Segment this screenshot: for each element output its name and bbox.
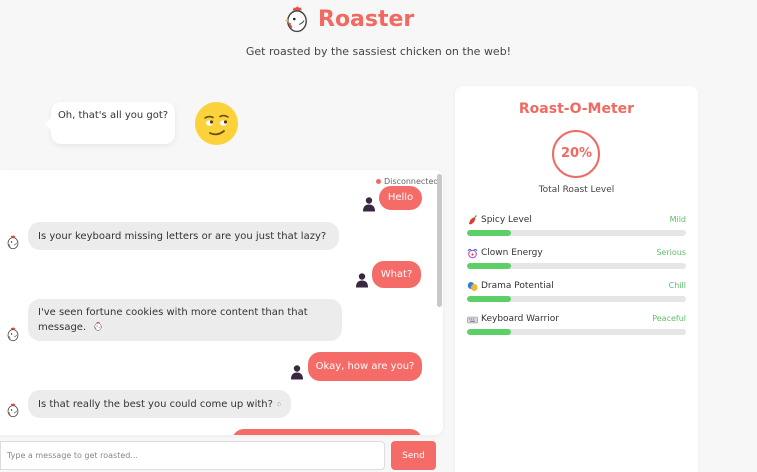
stat-value: Mild xyxy=(669,215,686,224)
stat-progress-track xyxy=(467,296,686,302)
chicken-logo-icon xyxy=(284,4,310,34)
status-label: Disconnected xyxy=(384,177,439,186)
bot-message: Is your keyboard missing letters or are … xyxy=(28,222,339,250)
stat-progress-fill xyxy=(467,329,511,335)
bot-message: I've seen fortune cookies with more cont… xyxy=(28,299,342,341)
stat-progress-fill xyxy=(467,296,511,302)
chicken-avatar-icon xyxy=(6,326,20,342)
bot-message-text: Is that really the best you could come u… xyxy=(38,398,273,410)
send-button[interactable]: Send xyxy=(391,441,436,470)
stat-clown-energy: Clown Energy Serious xyxy=(467,248,686,278)
app-header: Roaster Get roasted by the sassiest chic… xyxy=(0,0,757,70)
app-title: Roaster xyxy=(318,6,415,32)
bot-message-text: Is your keyboard missing letters or are … xyxy=(38,230,327,242)
user-avatar-icon xyxy=(290,364,304,380)
chili-icon xyxy=(469,215,477,225)
message-composer: Send xyxy=(0,441,443,472)
clown-icon xyxy=(467,248,478,259)
drama-icon xyxy=(467,282,478,291)
roast-o-meter-panel: Roast-O-Meter 20% Total Roast Level Spic… xyxy=(455,86,698,472)
stat-keyboard-warrior: Keyboard Warrior Peaceful xyxy=(467,314,686,344)
bot-message: Is that really the best you could come u… xyxy=(28,390,291,418)
chat-panel: Disconnected Hello Is your keyboard miss… xyxy=(0,170,443,435)
stat-progress-fill xyxy=(467,263,511,269)
user-avatar-icon xyxy=(362,196,376,212)
smirk-face-icon xyxy=(195,102,238,145)
stat-label: Drama Potential xyxy=(481,281,554,291)
stat-value: Serious xyxy=(656,248,686,257)
connection-status: Disconnected xyxy=(376,177,438,186)
stat-drama-potential: Drama Potential Chill xyxy=(467,281,686,311)
user-message: Okay, how are you? xyxy=(308,352,422,381)
chat-scrollbar[interactable] xyxy=(437,174,442,307)
user-message-partial xyxy=(232,429,422,435)
chicken-avatar-icon xyxy=(6,402,20,418)
reaction-speech-bubble: Oh, that's all you got? xyxy=(45,102,175,144)
stat-progress-track xyxy=(467,230,686,236)
user-message: What? xyxy=(372,261,421,288)
stat-progress-fill xyxy=(467,230,511,236)
keyboard-icon xyxy=(467,316,478,324)
stat-spicy-level: Spicy Level Mild xyxy=(467,215,686,245)
stat-label: Spicy Level xyxy=(481,215,532,225)
chicken-avatar-icon xyxy=(6,234,20,250)
stat-value: Chill xyxy=(668,281,686,290)
stat-label: Clown Energy xyxy=(481,248,543,258)
meter-caption: Total Roast Level xyxy=(538,185,615,195)
message-input[interactable] xyxy=(0,441,385,470)
roast-percent: 20% xyxy=(560,146,593,161)
stat-progress-track xyxy=(467,329,686,335)
user-message: Hello xyxy=(379,186,422,210)
status-dot xyxy=(376,179,381,184)
tagline: Get roasted by the sassiest chicken on t… xyxy=(245,45,512,58)
stat-progress-track xyxy=(467,263,686,269)
user-avatar-icon xyxy=(355,272,369,288)
stat-value: Peaceful xyxy=(652,314,686,323)
chicken-icon xyxy=(93,321,103,331)
logo: Roaster xyxy=(284,4,414,34)
bot-message-text: I've seen fortune cookies with more cont… xyxy=(38,307,308,333)
meter-title: Roast-O-Meter xyxy=(518,101,635,117)
stat-label: Keyboard Warrior xyxy=(481,314,559,324)
chicken-icon xyxy=(277,399,281,409)
